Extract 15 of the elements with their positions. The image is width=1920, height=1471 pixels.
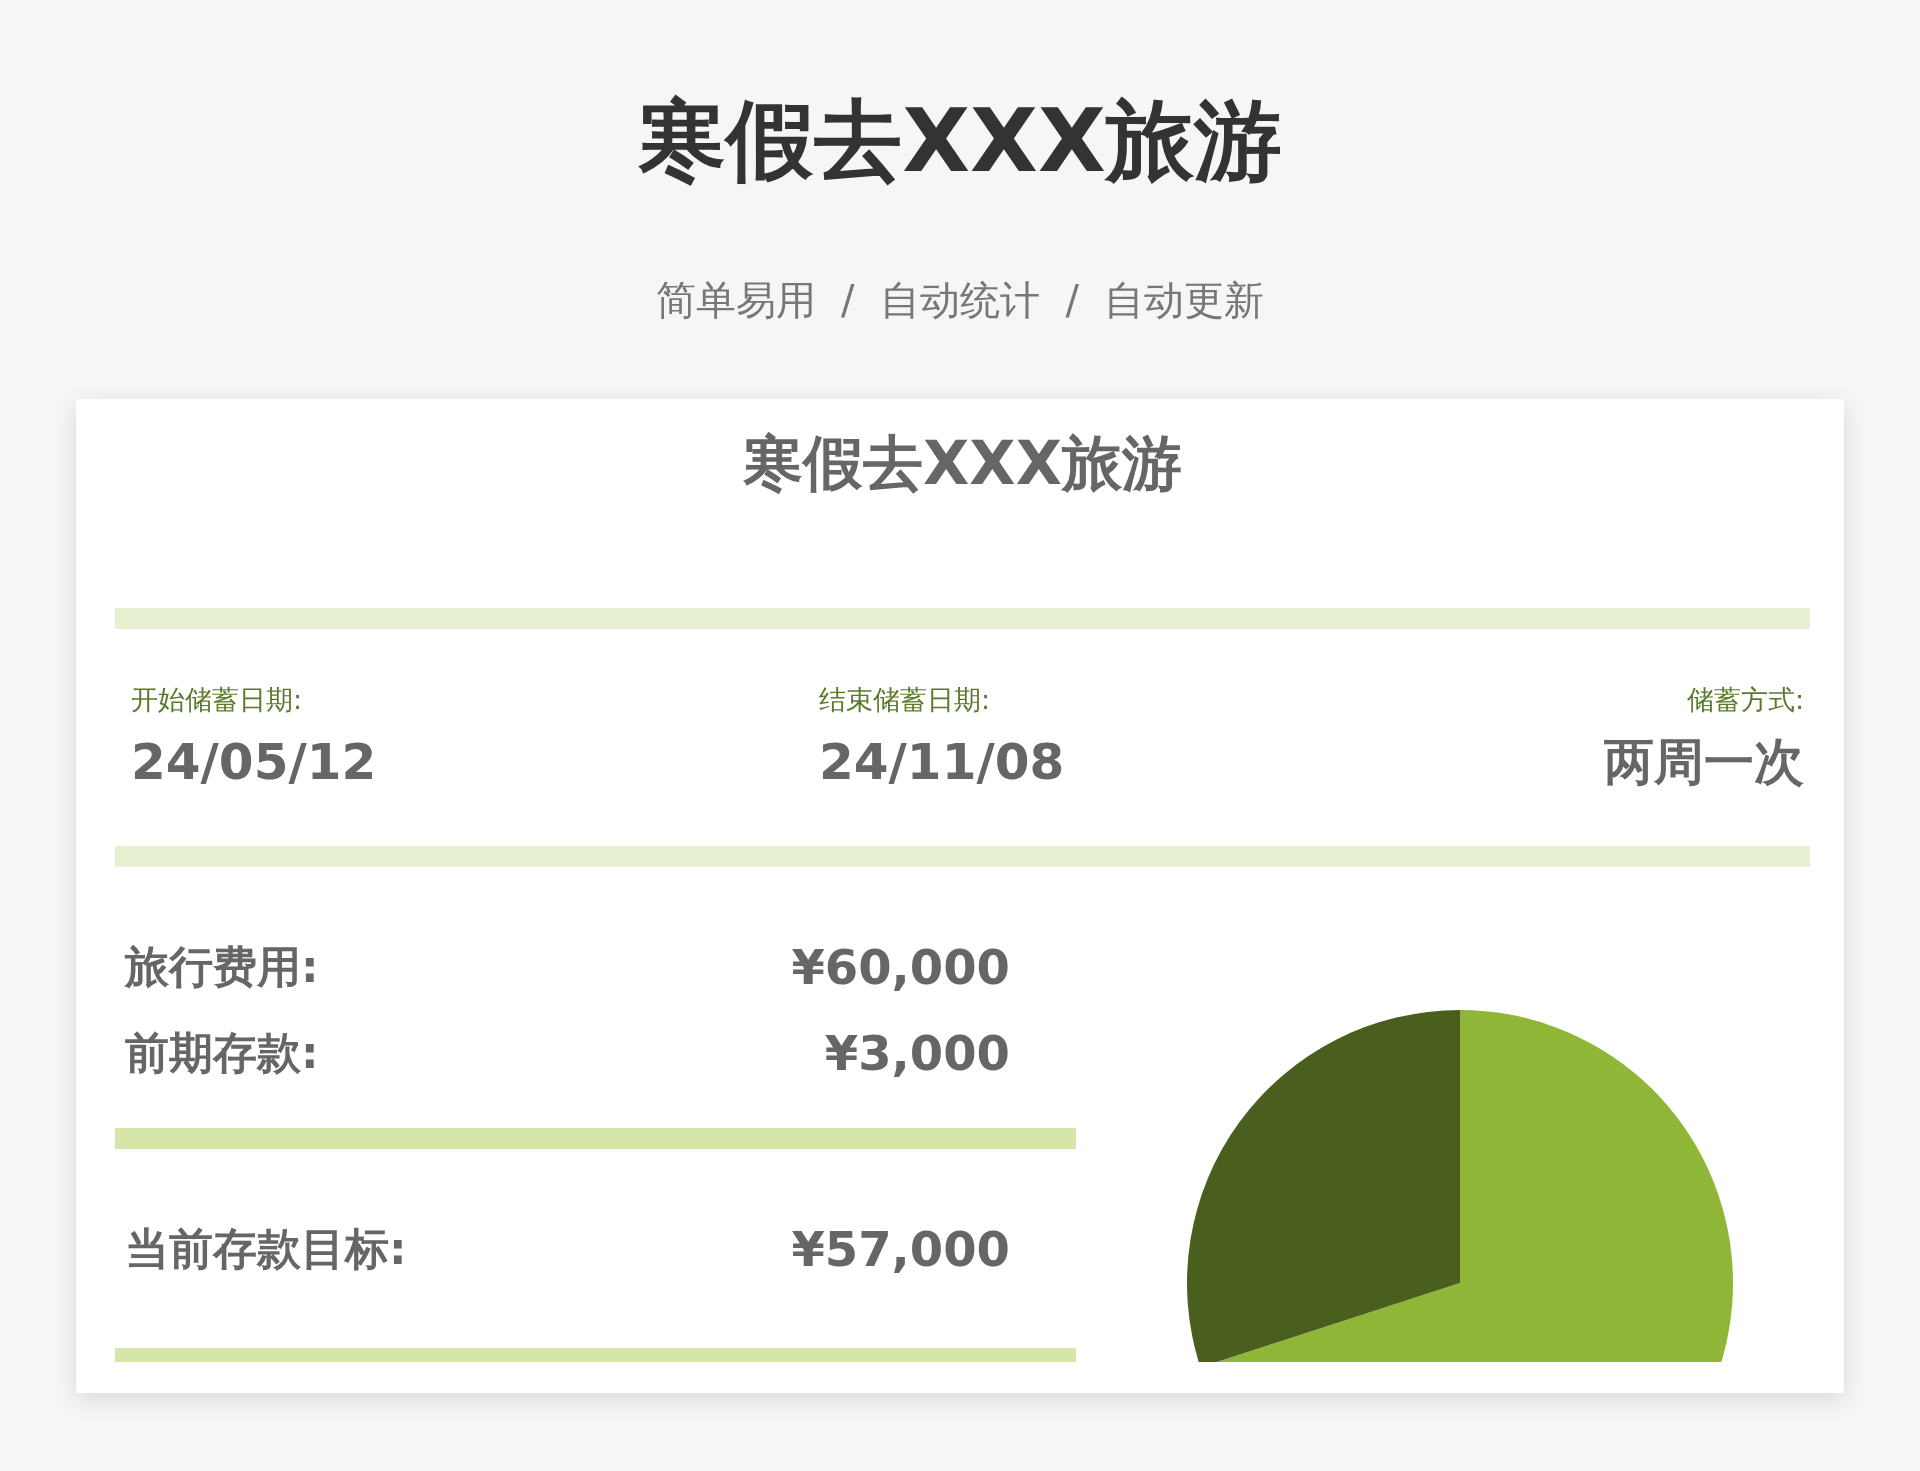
amount-label: 旅行费用: [125,940,319,994]
amount-value: ¥3,000 [824,1024,1010,1083]
card-title: 寒假去XXX旅游 [743,427,1182,500]
amount-label: 前期存款: [125,1026,319,1080]
amount-value: ¥60,000 [791,938,1010,997]
info-label: 结束储蓄日期: [819,683,991,717]
info-value: 24/11/08 [819,732,1065,792]
info-label: 储蓄方式: [1686,683,1804,717]
page-subtitle: 简单易用 / 自动统计 / 自动更新 [655,276,1265,325]
target-value: ¥57,000 [791,1220,1010,1279]
info-value: 两周一次 [1604,732,1804,792]
info-label: 开始储蓄日期: [131,683,303,717]
info-value: 24/05/12 [131,732,377,792]
page-title: 寒假去XXX旅游 [638,88,1282,194]
target-label: 当前存款目标: [125,1222,407,1276]
